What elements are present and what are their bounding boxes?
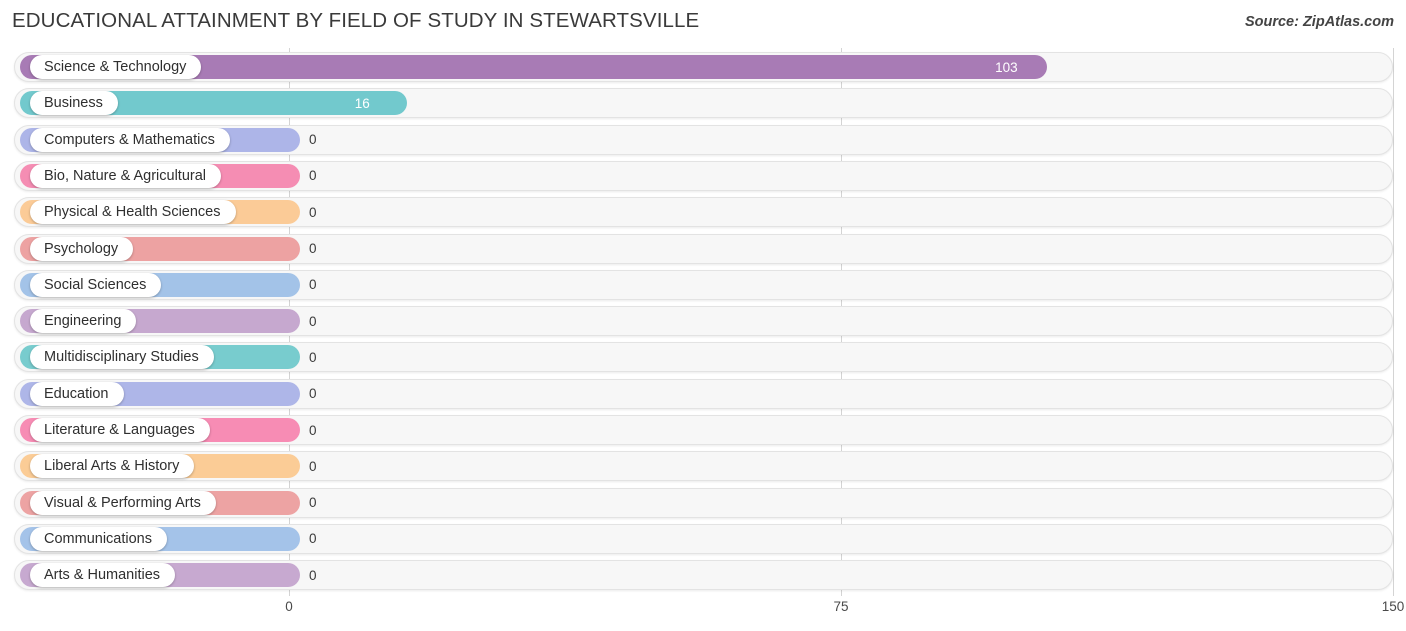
x-tick-label: 150 <box>1381 599 1405 614</box>
bar-label-pill: Social Sciences <box>30 272 162 297</box>
bar-value-label: 103 <box>995 59 1018 75</box>
bar-row: Business 16 <box>14 88 1393 119</box>
bar-category-label: Communications <box>44 530 152 547</box>
bar-value-label: 0 <box>309 168 317 184</box>
bar-row: Computers & Mathematics 0 <box>14 124 1393 155</box>
bar-category-label: Education <box>44 385 109 402</box>
bar-label-pill: Computers & Mathematics <box>30 127 230 152</box>
bar-label-pill: Arts & Humanities <box>30 563 176 588</box>
bar-value-label: 0 <box>309 495 317 511</box>
bar-category-label: Literature & Languages <box>44 422 195 438</box>
bar-row: Education 0 <box>14 378 1393 409</box>
bar-label-pill: Literature & Languages <box>30 418 210 442</box>
page-title: EDUCATIONAL ATTAINMENT BY FIELD OF STUDY… <box>12 9 700 32</box>
bar-label-pill: Bio, Nature & Agricultural <box>30 163 221 188</box>
bar-category-label: Science & Technology <box>44 59 187 75</box>
bar-value-label: 0 <box>309 458 317 474</box>
chart-container: EDUCATIONAL ATTAINMENT BY FIELD OF STUDY… <box>0 0 1406 631</box>
bar-category-label: Physical & Health Sciences <box>44 204 221 221</box>
bar-category-label: Social Sciences <box>44 276 147 293</box>
plot-area: Science & Technology 103 Business 16 Compute… <box>0 48 1406 596</box>
bar-label-pill: Science & Technology <box>30 55 202 79</box>
bar-row: Literature & Languages 0 <box>14 415 1393 445</box>
bar-label-pill: Visual & Performing Arts <box>30 490 216 515</box>
bar-label-pill: Liberal Arts & History <box>30 454 195 479</box>
bar-label-pill: Business <box>30 91 118 116</box>
bar-category-label: Engineering <box>44 313 122 330</box>
bar-label-pill: Psychology <box>30 236 134 261</box>
source-attribution: Source: ZipAtlas.com <box>1244 14 1394 30</box>
bar-category-label: Visual & Performing Arts <box>44 494 201 511</box>
bar-label-pill: Education <box>30 381 124 406</box>
bar-category-label: Computers & Mathematics <box>44 131 215 148</box>
bar-value-label: 0 <box>309 422 317 438</box>
bar-value-label: 0 <box>309 349 317 365</box>
bar-value-label: 0 <box>309 531 317 547</box>
bar-row: Visual & Performing Arts 0 <box>14 487 1393 518</box>
bar-row: Psychology 0 <box>14 233 1393 264</box>
bar-value-label: 0 <box>309 386 317 402</box>
x-tick-label: 75 <box>833 599 849 614</box>
bar-value-label: 16 <box>354 95 370 111</box>
bar-row: Engineering 0 <box>14 306 1393 337</box>
bar-label-pill: Engineering <box>30 309 137 334</box>
bar-row: Science & Technology 103 <box>14 52 1393 82</box>
gridline-150 <box>1393 48 1394 596</box>
bar-row: Social Sciences 0 <box>14 269 1393 300</box>
bar-row: Liberal Arts & History 0 <box>14 451 1393 482</box>
bar-row: Communications 0 <box>14 523 1393 554</box>
bar-label-pill: Communications <box>30 526 167 551</box>
x-tick-label: 0 <box>285 599 293 614</box>
bar-row: Bio, Nature & Agricultural 0 <box>14 160 1393 191</box>
bar-value-label: 0 <box>309 132 317 148</box>
bar-row: Physical & Health Sciences 0 <box>14 197 1393 228</box>
bar-value-label: 0 <box>309 241 317 256</box>
bar-category-label: Psychology <box>44 240 119 257</box>
bar-category-label: Arts & Humanities <box>44 567 161 584</box>
bar-value-label: 0 <box>309 567 317 583</box>
bar-label-pill: Physical & Health Sciences <box>30 200 236 225</box>
bar-value-label: 0 <box>309 277 317 293</box>
bar-category-label: Multidisciplinary Studies <box>44 349 199 366</box>
bar-value-label: 0 <box>309 204 317 220</box>
bar-category-label: Business <box>44 95 103 112</box>
bar-row: Arts & Humanities 0 <box>14 560 1393 591</box>
bar-value-label: 0 <box>309 313 317 329</box>
bar-category-label: Bio, Nature & Agricultural <box>44 167 206 184</box>
bar-category-label: Liberal Arts & History <box>44 458 180 475</box>
x-axis: 0 75 150 <box>0 596 1406 631</box>
bar-label-pill: Multidisciplinary Studies <box>30 345 214 370</box>
bar-row: Multidisciplinary Studies 0 <box>14 342 1393 373</box>
